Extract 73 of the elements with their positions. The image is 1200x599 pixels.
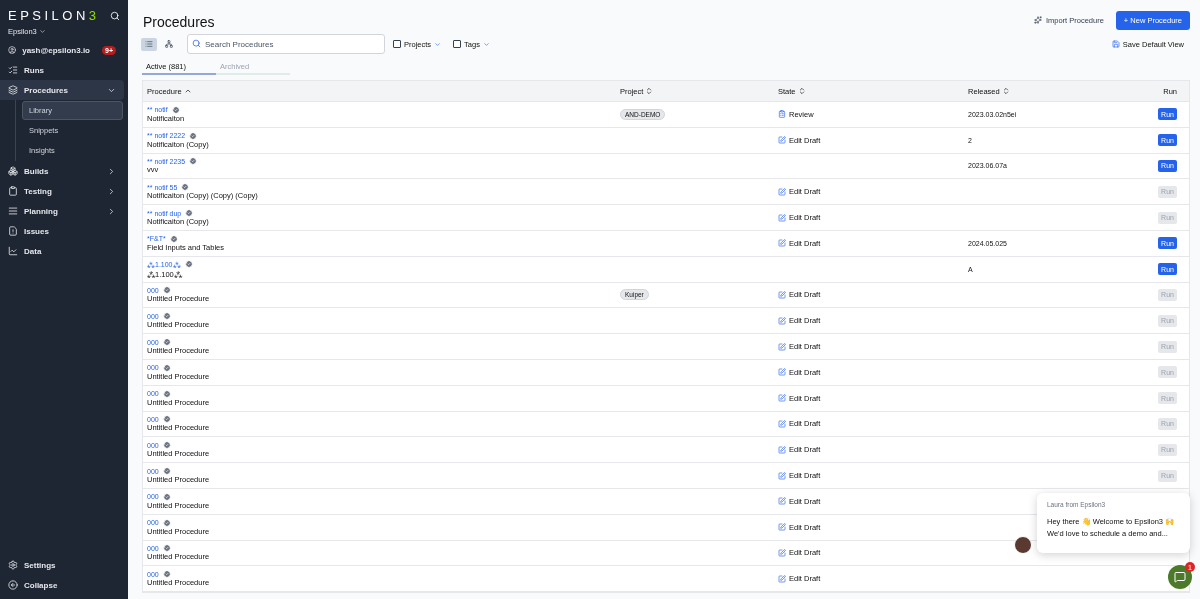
planning-icon (8, 206, 18, 216)
verified-icon (162, 518, 171, 527)
edit-state-icon (778, 316, 786, 325)
nav-item[interactable]: Issues (0, 221, 124, 241)
issues-icon (8, 226, 18, 236)
edit-state-icon (778, 342, 786, 351)
data-icon (8, 246, 18, 256)
verified-icon (181, 183, 190, 192)
list-view-button[interactable] (141, 37, 157, 51)
sort-icon (1001, 87, 1010, 95)
logo: EPSILON 3 (8, 8, 100, 23)
hierarchy-icon (165, 40, 173, 48)
chat-icon (1174, 571, 1186, 583)
edit-state-icon (778, 445, 786, 454)
edit-state-icon (778, 574, 786, 583)
settings-icon (8, 560, 18, 570)
save-icon (1111, 40, 1120, 48)
edit-state-icon (778, 523, 786, 532)
sort-icon (645, 87, 654, 95)
testing-icon (8, 186, 18, 196)
sparkle-icon (1033, 16, 1042, 24)
edit-state-icon (778, 290, 786, 299)
list-icon (145, 40, 153, 48)
nav-item[interactable]: Runs (0, 60, 124, 80)
edit-state-icon (778, 394, 786, 403)
verified-icon (189, 157, 198, 166)
page-title: Procedures (143, 14, 215, 30)
verified-icon (185, 209, 194, 218)
verified-icon (189, 131, 198, 140)
verified-icon (162, 312, 171, 321)
verified-icon (162, 286, 171, 295)
search-icon[interactable] (110, 10, 120, 21)
verified-icon (171, 105, 180, 114)
nav-item[interactable]: Procedures (0, 80, 124, 100)
nav-item[interactable]: Testing (0, 181, 124, 201)
edit-state-icon (778, 368, 786, 377)
verified-icon (162, 544, 171, 553)
edit-state-icon (778, 419, 786, 428)
caret-icon (38, 28, 46, 35)
sort-icon (183, 87, 192, 95)
verified-icon (162, 570, 171, 579)
edit-state-icon (778, 239, 786, 248)
edit-state-icon (778, 548, 786, 557)
edit-state-icon (778, 213, 786, 222)
caret-icon (434, 40, 442, 48)
nav-item[interactable]: Data (0, 241, 124, 261)
edit-state-icon (778, 471, 786, 480)
caret-icon (482, 40, 490, 48)
verified-icon (162, 441, 171, 450)
edit-state-icon (778, 136, 786, 145)
verified-icon (162, 492, 171, 501)
user-icon (8, 45, 17, 55)
nav-item[interactable]: Builds (0, 161, 124, 181)
verified-icon (162, 389, 171, 398)
edit-state-icon (778, 497, 786, 506)
edit-state-icon (778, 187, 786, 196)
nav-item[interactable]: Settings (0, 555, 124, 575)
review-state-icon (778, 110, 786, 119)
user-email: yash@epsilon3.io (22, 45, 90, 55)
nav-item[interactable]: Collapse (0, 575, 124, 595)
search-field[interactable]: Search Procedures (187, 34, 385, 54)
builds-icon (8, 166, 18, 176)
verified-icon (162, 415, 171, 424)
verified-icon (169, 234, 178, 243)
verified-icon (162, 363, 171, 372)
verified-icon (162, 338, 171, 347)
sort-icon (797, 87, 806, 95)
runs-icon (8, 65, 18, 75)
search-icon (192, 39, 201, 48)
verified-icon (184, 260, 193, 269)
verified-icon (162, 467, 171, 476)
procedures-icon (8, 85, 18, 95)
nav-item[interactable]: Planning (0, 201, 124, 221)
